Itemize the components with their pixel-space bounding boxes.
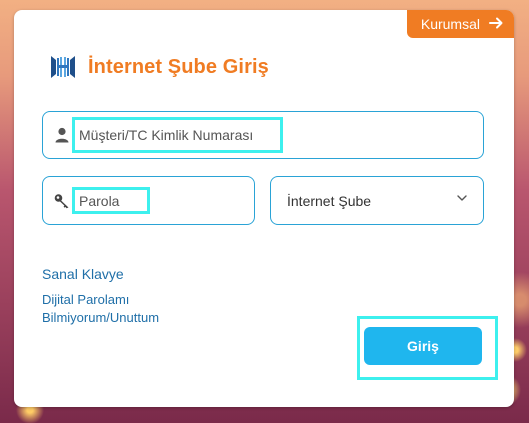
virtual-keyboard-link[interactable]: Sanal Klavye — [42, 266, 159, 282]
corporate-button-label: Kurumsal — [420, 16, 480, 32]
help-links: Sanal Klavye Dijital Parolamı Bilmiyorum… — [42, 266, 159, 325]
forgot-password-link-line1[interactable]: Dijital Parolamı — [42, 292, 159, 307]
login-card: Kurumsal İnternet Şube Giriş Müşteri/TC … — [14, 10, 514, 407]
chevron-down-icon — [455, 191, 469, 210]
password-input[interactable] — [71, 192, 254, 209]
forgot-password-link-line2[interactable]: Bilmiyorum/Unuttum — [42, 310, 159, 325]
page-title: İnternet Şube Giriş — [88, 55, 269, 78]
customer-id-input[interactable] — [71, 127, 483, 143]
key-icon — [53, 192, 71, 210]
login-header: İnternet Şube Giriş — [48, 52, 269, 82]
login-button[interactable]: Giriş — [364, 327, 482, 365]
arrow-right-icon — [488, 15, 504, 34]
password-field[interactable] — [42, 176, 255, 225]
user-icon — [53, 126, 71, 144]
bank-logo-icon — [48, 52, 78, 82]
corporate-button[interactable]: Kurumsal — [406, 10, 514, 38]
channel-select-value: İnternet Şube — [287, 192, 372, 209]
customer-id-field[interactable] — [42, 111, 484, 159]
channel-select[interactable]: İnternet Şube — [270, 176, 484, 225]
